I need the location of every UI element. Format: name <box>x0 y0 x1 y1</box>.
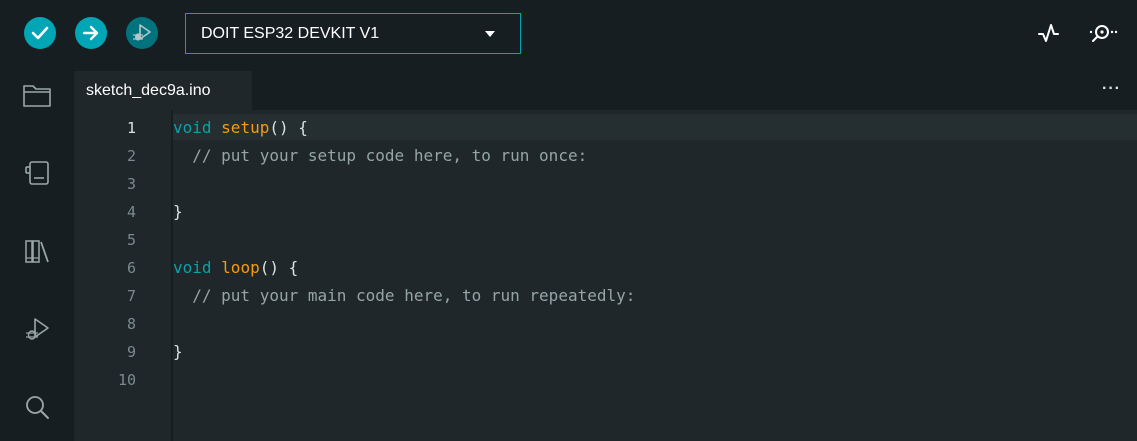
code-line: } <box>173 198 1133 226</box>
line-number: 6 <box>126 259 136 277</box>
sidebar-item-boards-manager[interactable] <box>18 154 56 192</box>
serial-monitor-button[interactable] <box>1088 20 1118 46</box>
serial-plotter-icon <box>1038 24 1059 42</box>
line-number: 9 <box>126 343 136 361</box>
board-selector[interactable]: DOIT ESP32 DEVKIT V1 <box>185 13 521 54</box>
arduino-ide-window: DOIT ESP32 DEVKIT V1 sketch_dec9a.ino ··… <box>0 0 1137 441</box>
line-number: 2 <box>126 147 136 165</box>
verify-button[interactable] <box>24 17 56 49</box>
line-number: 10 <box>117 371 136 389</box>
editor-tab-bar: sketch_dec9a.ino ··· <box>74 66 1137 110</box>
code-line: // put your main code here, to run repea… <box>173 282 1133 310</box>
checkmark-icon <box>31 26 49 40</box>
line-number: 5 <box>126 231 136 249</box>
debug-icon <box>133 24 151 41</box>
serial-monitor-icon <box>1089 25 1118 42</box>
line-number-gutter: 1 2 3 4 5 6 7 8 9 10 <box>74 114 136 394</box>
debug-icon <box>26 318 49 340</box>
code-punctuation: } <box>173 342 183 361</box>
line-number: 8 <box>126 315 136 333</box>
board-manager-icon <box>25 161 49 185</box>
code-comment: // put your setup code here, to run once… <box>173 146 588 165</box>
code-punctuation: } <box>173 202 183 221</box>
code-punctuation: () { <box>259 258 299 277</box>
search-icon <box>26 396 49 419</box>
sidebar-item-debug[interactable] <box>18 310 56 348</box>
folder-icon <box>23 85 51 107</box>
code-editor[interactable]: 1 2 3 4 5 6 7 8 9 10 void setup() { // p… <box>74 110 1137 441</box>
arrow-right-icon <box>82 25 99 41</box>
code-keyword: void <box>173 118 212 137</box>
code-lines: void setup() { // put your setup code he… <box>173 114 1133 394</box>
sidebar-item-library-manager[interactable] <box>18 232 56 270</box>
code-line: void loop() { <box>173 254 1133 282</box>
sidebar <box>0 66 74 441</box>
upload-button[interactable] <box>75 17 107 49</box>
board-name: DOIT ESP32 DEVKIT V1 <box>201 24 380 42</box>
serial-plotter-button[interactable] <box>1036 20 1062 46</box>
line-number: 3 <box>126 175 136 193</box>
code-line: } <box>173 338 1133 366</box>
more-options-button[interactable]: ··· <box>1102 80 1121 98</box>
toolbar: DOIT ESP32 DEVKIT V1 <box>0 0 1137 66</box>
code-function-name: loop <box>221 258 260 277</box>
code-comment: // put your main code here, to run repea… <box>173 286 636 305</box>
sidebar-item-sketchbook[interactable] <box>18 76 56 114</box>
code-line: // put your setup code here, to run once… <box>173 142 1133 170</box>
code-punctuation: () { <box>269 118 308 137</box>
line-number: 1 <box>126 119 136 137</box>
library-icon <box>25 240 49 263</box>
code-function-name: setup <box>221 118 270 137</box>
tab-filename: sketch_dec9a.ino <box>86 81 211 99</box>
tab-sketch-file[interactable]: sketch_dec9a.ino <box>74 71 252 110</box>
line-number: 7 <box>126 287 136 305</box>
line-number: 4 <box>126 203 136 221</box>
chevron-down-icon <box>485 31 495 37</box>
sidebar-item-search[interactable] <box>18 388 56 426</box>
code-line: void setup() { <box>173 114 1133 142</box>
debug-button[interactable] <box>126 17 158 49</box>
code-keyword: void <box>173 258 212 277</box>
